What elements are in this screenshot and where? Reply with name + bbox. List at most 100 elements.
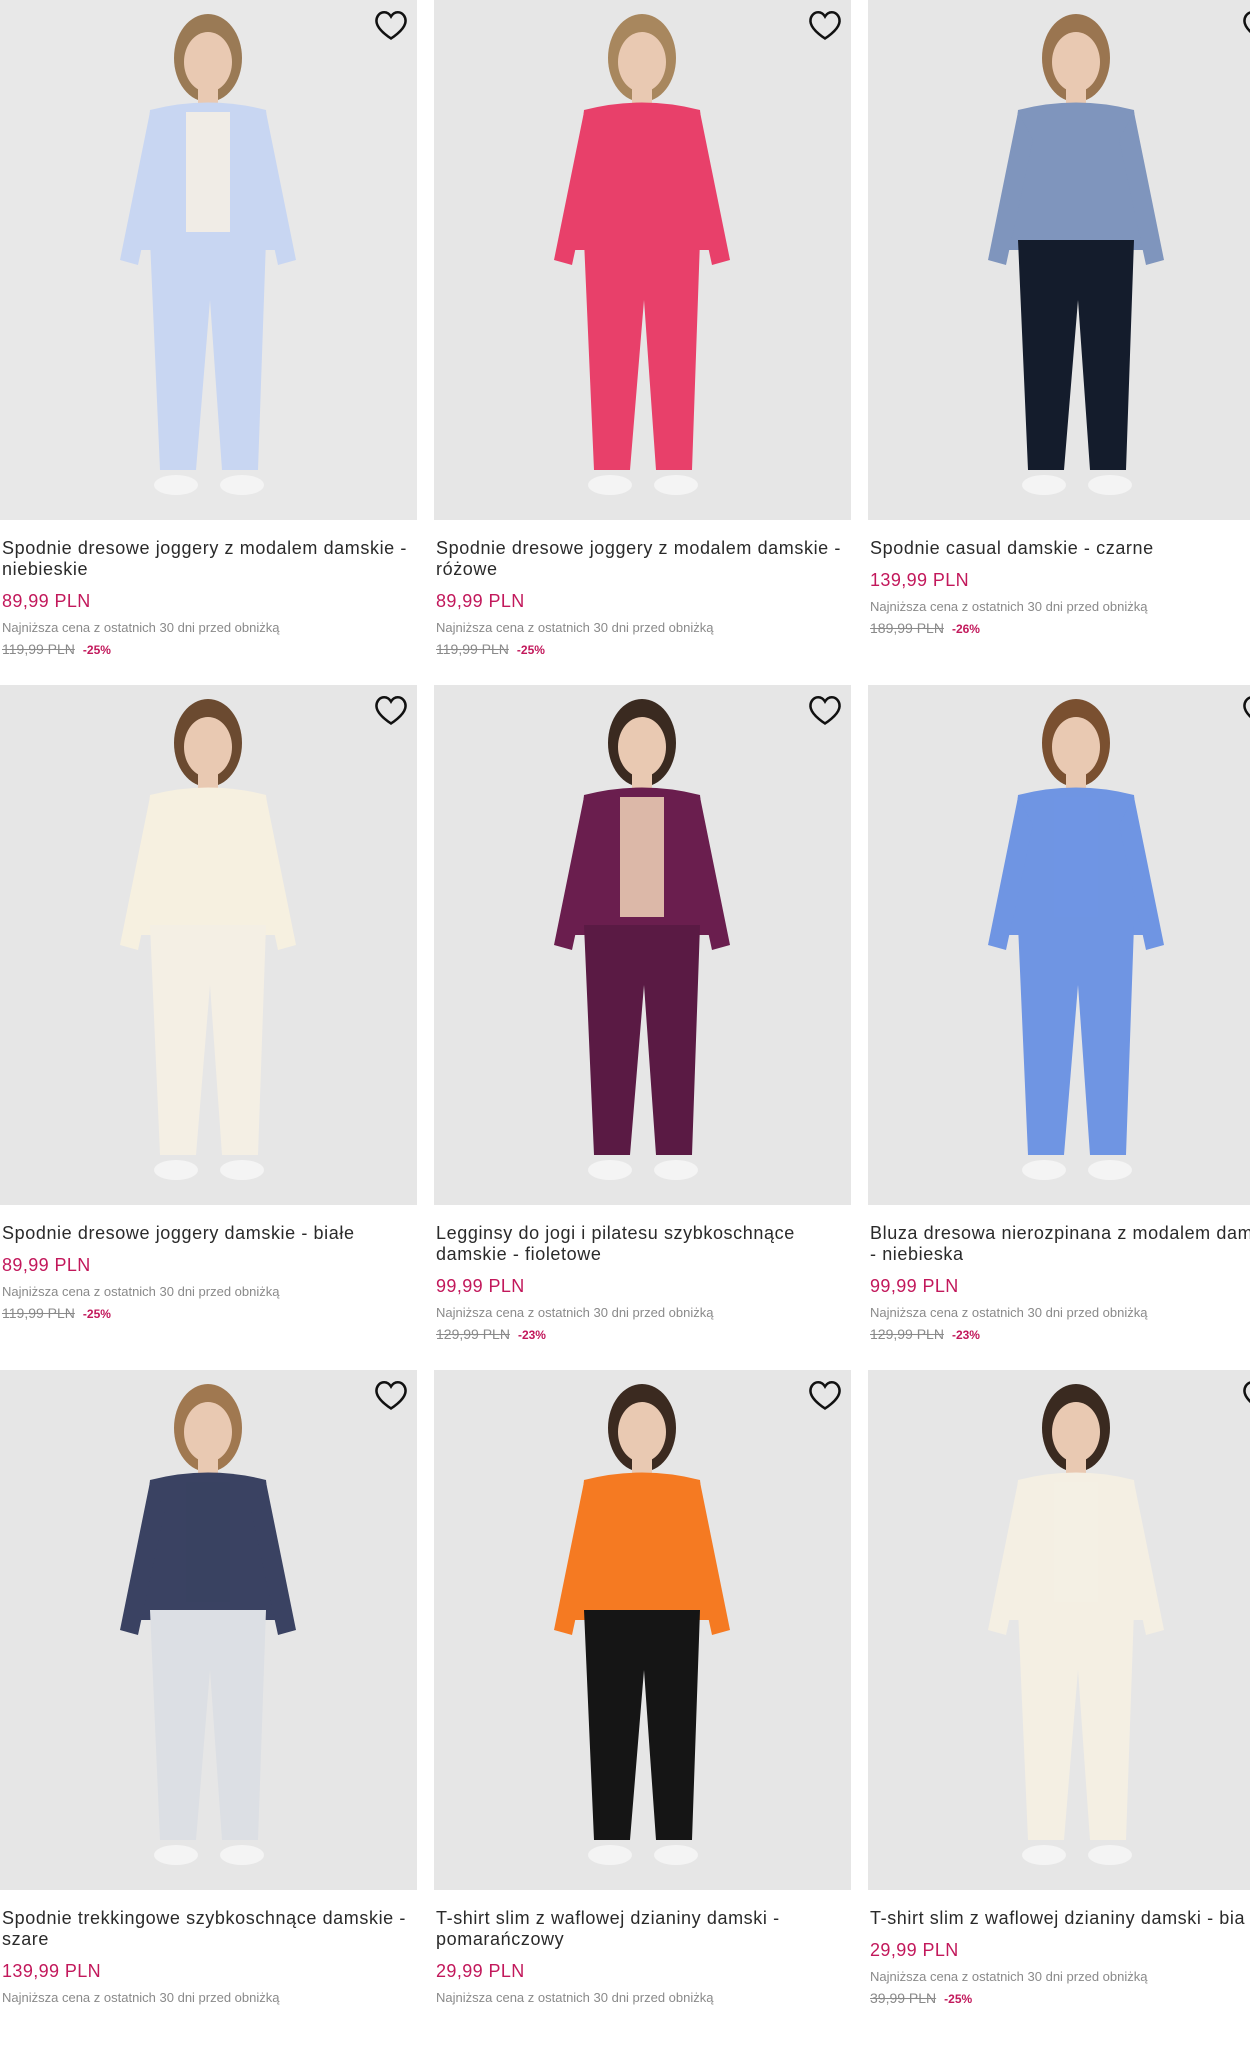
model-illustration bbox=[868, 0, 1250, 520]
product-info: Spodnie dresowe joggery z modalem damski… bbox=[434, 538, 851, 658]
product-image[interactable] bbox=[868, 0, 1250, 520]
model-illustration bbox=[434, 1370, 851, 1890]
heart-icon bbox=[1242, 9, 1250, 46]
product-info: Spodnie dresowe joggery z modalem damski… bbox=[0, 538, 417, 658]
product-info: Spodnie trekkingowe szybkoschnące damski… bbox=[0, 1908, 417, 2006]
product-price: 139,99 PLN bbox=[2, 1961, 102, 1981]
product-card[interactable]: Spodnie dresowe joggery z modalem damski… bbox=[0, 0, 417, 685]
lowest-price-note: Najniższa cena z ostatnich 30 dni przed … bbox=[436, 620, 714, 635]
discount-badge: -25% bbox=[944, 1992, 973, 2006]
previous-price: 189,99 PLN bbox=[870, 620, 944, 636]
product-image[interactable] bbox=[434, 685, 851, 1205]
product-image[interactable] bbox=[0, 685, 417, 1205]
previous-price-row: 129,99 PLN -23% bbox=[870, 1326, 1250, 1343]
model-illustration bbox=[0, 685, 417, 1205]
previous-price-row: 119,99 PLN -25% bbox=[2, 641, 415, 658]
add-to-wishlist-button[interactable] bbox=[807, 1380, 843, 1414]
product-price: 89,99 PLN bbox=[436, 591, 525, 611]
product-card[interactable]: T-shirt slim z waflowej dzianiny damski … bbox=[434, 1370, 851, 2055]
product-image[interactable] bbox=[0, 0, 417, 520]
product-price: 99,99 PLN bbox=[870, 1276, 959, 1296]
product-image[interactable] bbox=[868, 685, 1250, 1205]
lowest-price-note: Najniższa cena z ostatnich 30 dni przed … bbox=[870, 1305, 1148, 1320]
product-price: 99,99 PLN bbox=[436, 1276, 525, 1296]
heart-icon bbox=[808, 1379, 842, 1416]
discount-badge: -23% bbox=[517, 1328, 546, 1342]
add-to-wishlist-button[interactable] bbox=[1241, 1380, 1250, 1414]
previous-price-row: 119,99 PLN -25% bbox=[2, 1305, 415, 1322]
product-name[interactable]: Spodnie dresowe joggery z modalem damski… bbox=[2, 538, 415, 580]
product-name[interactable]: T-shirt slim z waflowej dzianiny damski … bbox=[870, 1908, 1250, 1929]
product-info: Spodnie casual damskie - czarne 139,99 PL… bbox=[868, 538, 1250, 637]
model-illustration bbox=[0, 1370, 417, 1890]
discount-badge: -25% bbox=[516, 643, 545, 657]
product-card[interactable]: Spodnie casual damskie - czarne 139,99 PL… bbox=[868, 0, 1250, 685]
product-price: 89,99 PLN bbox=[2, 591, 91, 611]
lowest-price-note: Najniższa cena z ostatnich 30 dni przed … bbox=[870, 1969, 1148, 1984]
add-to-wishlist-button[interactable] bbox=[807, 695, 843, 729]
model-illustration bbox=[868, 685, 1250, 1205]
product-name[interactable]: Spodnie trekkingowe szybkoschnące damski… bbox=[2, 1908, 415, 1950]
previous-price-row: 119,99 PLN -25% bbox=[436, 641, 849, 658]
add-to-wishlist-button[interactable] bbox=[373, 1380, 409, 1414]
product-price: 29,99 PLN bbox=[870, 1940, 959, 1960]
add-to-wishlist-button[interactable] bbox=[807, 10, 843, 44]
product-info: Bluza dresowa nierozpinana z modalem dam… bbox=[868, 1223, 1250, 1343]
product-image[interactable] bbox=[434, 0, 851, 520]
product-card[interactable]: Spodnie dresowe joggery z modalem damski… bbox=[434, 0, 851, 685]
heart-icon bbox=[808, 9, 842, 46]
heart-icon bbox=[374, 9, 408, 46]
product-card[interactable]: Bluza dresowa nierozpinana z modalem dam… bbox=[868, 685, 1250, 1370]
previous-price: 119,99 PLN bbox=[436, 641, 509, 657]
heart-icon bbox=[808, 694, 842, 731]
product-card[interactable]: Spodnie trekkingowe szybkoschnące damski… bbox=[0, 1370, 417, 2055]
previous-price-row: 39,99 PLN -25% bbox=[870, 1990, 1250, 2007]
heart-icon bbox=[374, 694, 408, 731]
product-image[interactable] bbox=[868, 1370, 1250, 1890]
product-name[interactable]: Spodnie casual damskie - czarne bbox=[870, 538, 1250, 559]
product-name[interactable]: Spodnie dresowe joggery damskie - białe bbox=[2, 1223, 415, 1244]
discount-badge: -26% bbox=[951, 622, 980, 636]
product-grid: Spodnie dresowe joggery z modalem damski… bbox=[0, 0, 1250, 2055]
product-info: T-shirt slim z waflowej dzianiny damski … bbox=[868, 1908, 1250, 2007]
previous-price-row: 129,99 PLN -23% bbox=[436, 1326, 849, 1343]
previous-price: 39,99 PLN bbox=[870, 1990, 937, 2006]
product-image[interactable] bbox=[0, 1370, 417, 1890]
product-card[interactable]: Legginsy do jogi i pilatesu szybkoschnąc… bbox=[434, 685, 851, 1370]
heart-icon bbox=[1242, 1379, 1250, 1416]
model-illustration bbox=[868, 1370, 1250, 1890]
discount-badge: -25% bbox=[82, 1307, 111, 1321]
discount-badge: -23% bbox=[951, 1328, 980, 1342]
lowest-price-note: Najniższa cena z ostatnich 30 dni przed … bbox=[436, 1305, 714, 1320]
add-to-wishlist-button[interactable] bbox=[1241, 695, 1250, 729]
product-info: Spodnie dresowe joggery damskie - białe 8… bbox=[0, 1223, 417, 1322]
model-illustration bbox=[434, 0, 851, 520]
previous-price: 129,99 PLN bbox=[870, 1326, 944, 1342]
add-to-wishlist-button[interactable] bbox=[1241, 10, 1250, 44]
previous-price: 119,99 PLN bbox=[2, 1305, 75, 1321]
product-price: 29,99 PLN bbox=[436, 1961, 525, 1981]
product-name[interactable]: Legginsy do jogi i pilatesu szybkoschnąc… bbox=[436, 1223, 849, 1265]
discount-badge: -25% bbox=[82, 643, 111, 657]
product-name[interactable]: T-shirt slim z waflowej dzianiny damski … bbox=[436, 1908, 849, 1950]
lowest-price-note: Najniższa cena z ostatnich 30 dni przed … bbox=[2, 1990, 280, 2005]
lowest-price-note: Najniższa cena z ostatnich 30 dni przed … bbox=[436, 1990, 714, 2005]
product-card[interactable]: T-shirt slim z waflowej dzianiny damski … bbox=[868, 1370, 1250, 2055]
previous-price: 119,99 PLN bbox=[2, 641, 75, 657]
product-image[interactable] bbox=[434, 1370, 851, 1890]
product-info: Legginsy do jogi i pilatesu szybkoschnąc… bbox=[434, 1223, 851, 1343]
product-info: T-shirt slim z waflowej dzianiny damski … bbox=[434, 1908, 851, 2006]
product-name[interactable]: Bluza dresowa nierozpinana z modalem dam… bbox=[870, 1223, 1250, 1265]
lowest-price-note: Najniższa cena z ostatnich 30 dni przed … bbox=[2, 1284, 280, 1299]
add-to-wishlist-button[interactable] bbox=[373, 10, 409, 44]
lowest-price-note: Najniższa cena z ostatnich 30 dni przed … bbox=[870, 599, 1148, 614]
model-illustration bbox=[0, 0, 417, 520]
add-to-wishlist-button[interactable] bbox=[373, 695, 409, 729]
previous-price: 129,99 PLN bbox=[436, 1326, 510, 1342]
heart-icon bbox=[374, 1379, 408, 1416]
product-price: 139,99 PLN bbox=[870, 570, 970, 590]
product-price: 89,99 PLN bbox=[2, 1255, 91, 1275]
product-card[interactable]: Spodnie dresowe joggery damskie - białe 8… bbox=[0, 685, 417, 1370]
product-name[interactable]: Spodnie dresowe joggery z modalem damski… bbox=[436, 538, 849, 580]
heart-icon bbox=[1242, 694, 1250, 731]
